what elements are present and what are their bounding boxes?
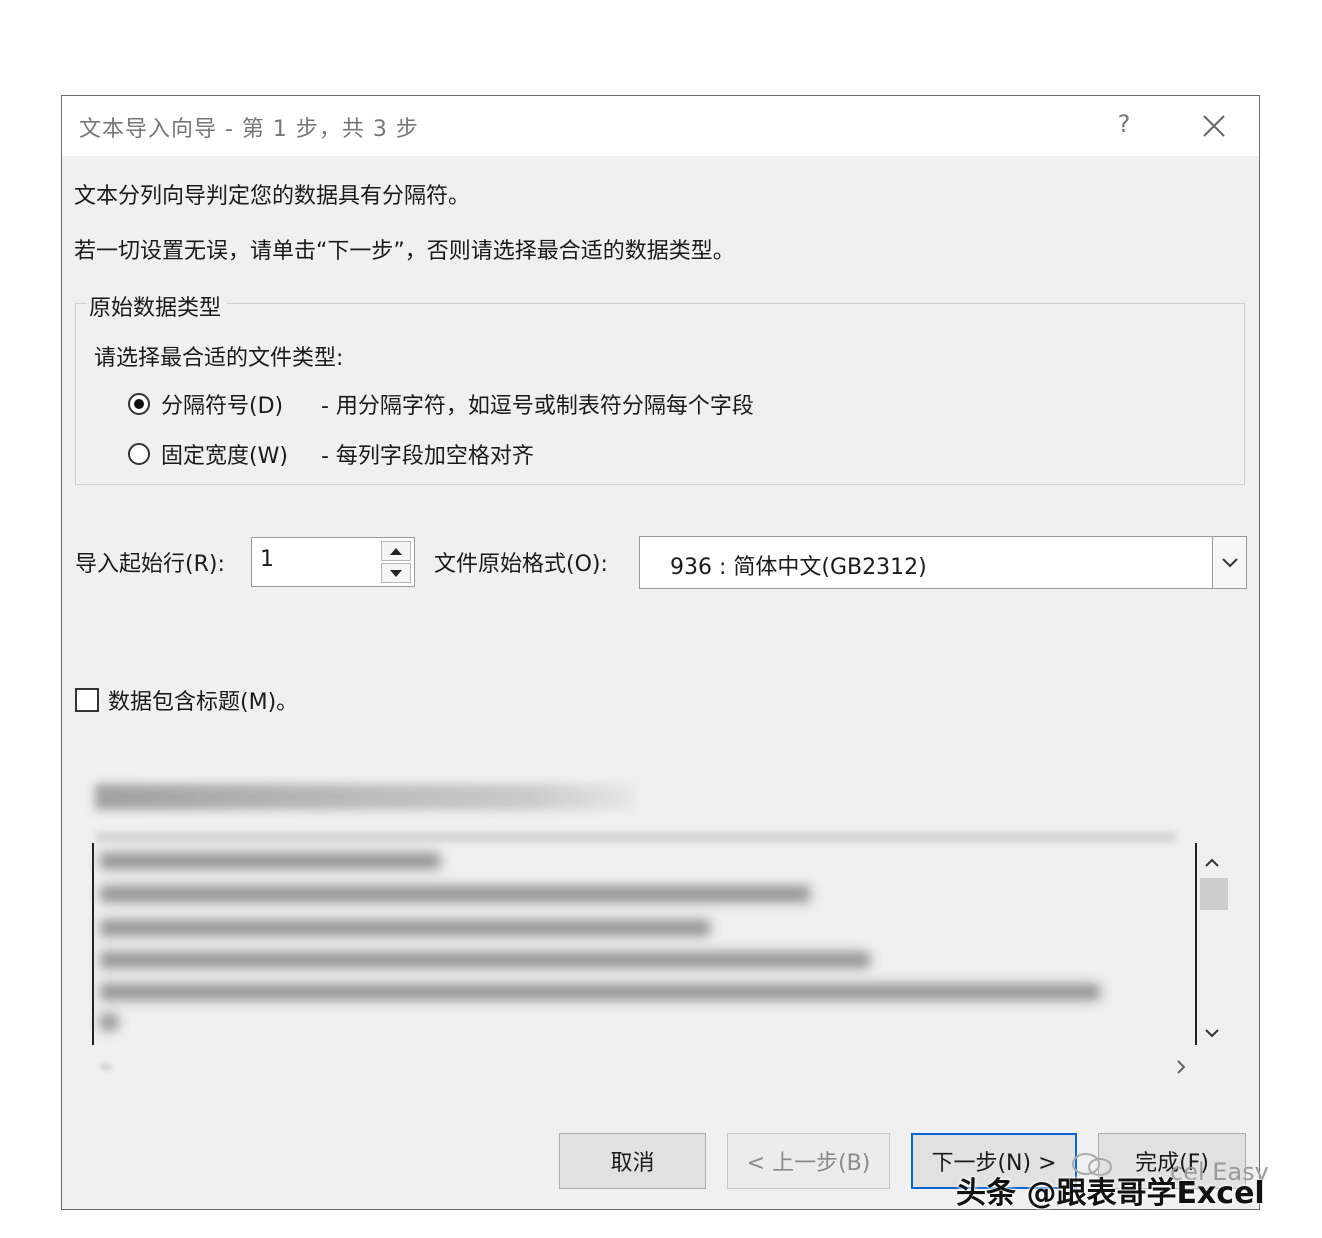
triangle-up-icon	[390, 547, 402, 555]
file-origin-value: 936 : 简体中文(GB2312)	[670, 555, 927, 580]
start-row-label: 导入起始行(R):	[75, 552, 225, 577]
header-checkbox-row[interactable]: 数据包含标题(M)。	[75, 684, 298, 716]
preview-row-blurred	[100, 886, 810, 902]
header-checkbox-label: 数据包含标题(M)。	[108, 690, 299, 715]
close-button[interactable]	[1198, 110, 1230, 142]
chevron-right-icon[interactable]	[1172, 1056, 1190, 1078]
horizontal-scroll-indicator	[100, 1064, 112, 1070]
start-row-spinner[interactable]: 1	[251, 537, 415, 587]
chevron-up-icon[interactable]	[1203, 854, 1221, 872]
wizard-intro-text: 文本分列向导判定您的数据具有分隔符。	[74, 184, 471, 209]
wizard-instruction-text: 若一切设置无误，请单击“下一步”，否则请选择最合适的数据类型。	[74, 239, 735, 264]
original-data-type-group: 原始数据类型 请选择最合适的文件类型: 分隔符号(D) - 用分隔字符，如逗号或…	[75, 290, 1245, 485]
cancel-button[interactable]: 取消	[559, 1133, 706, 1189]
preview-row-blurred	[100, 920, 710, 936]
start-row-value[interactable]: 1	[260, 547, 274, 572]
preview-row-blurred	[100, 1014, 118, 1030]
radio-fixed-width[interactable]: 固定宽度(W) - 每列字段加空格对齐	[128, 438, 534, 470]
dialog-title: 文本导入向导 - 第 1 步，共 3 步	[79, 117, 419, 142]
radio-button-checked[interactable]	[128, 393, 150, 415]
watermark-text: 头条 @跟表哥学Excel	[956, 1176, 1265, 1211]
title-bar: 文本导入向导 - 第 1 步，共 3 步 ?	[62, 96, 1259, 156]
header-checkbox[interactable]	[75, 688, 99, 712]
group-legend: 原始数据类型	[87, 290, 228, 322]
help-button[interactable]: ?	[1110, 108, 1138, 140]
group-prompt: 请选择最合适的文件类型:	[94, 346, 344, 371]
preview-header-blurred	[96, 831, 1176, 843]
chevron-down-icon	[1221, 557, 1238, 567]
preview-title-blurred	[95, 784, 635, 810]
scrollbar-thumb[interactable]	[1200, 878, 1228, 910]
radio-fixed-width-label: 固定宽度(W)	[161, 444, 288, 469]
preview-row-blurred	[100, 984, 1100, 1000]
radio-delimited-label: 分隔符号(D)	[161, 394, 284, 419]
dropdown-arrow-button[interactable]	[1212, 537, 1246, 588]
preview-left-border	[92, 843, 94, 1045]
file-origin-label: 文件原始格式(O):	[434, 552, 608, 577]
radio-fixed-width-desc: - 每列字段加空格对齐	[321, 444, 534, 469]
preview-vertical-scrollbar[interactable]	[1195, 846, 1229, 1051]
preview-row-blurred	[100, 853, 440, 869]
radio-delimited[interactable]: 分隔符号(D) - 用分隔字符，如逗号或制表符分隔每个字段	[128, 388, 754, 420]
radio-delimited-desc: - 用分隔字符，如逗号或制表符分隔每个字段	[321, 394, 754, 419]
triangle-down-icon	[390, 569, 402, 577]
radio-button-unchecked[interactable]	[128, 443, 150, 465]
text-import-wizard-dialog: 文本导入向导 - 第 1 步，共 3 步 ? 文本分列向导判定您的数据具有分隔符…	[61, 95, 1260, 1210]
chevron-down-icon[interactable]	[1203, 1024, 1221, 1042]
close-icon	[1203, 115, 1225, 137]
spinner-buttons	[381, 541, 411, 583]
spin-up-button[interactable]	[381, 541, 411, 561]
preview-row-blurred	[100, 952, 870, 968]
spin-down-button[interactable]	[381, 563, 411, 583]
file-origin-select[interactable]: 936 : 简体中文(GB2312)	[639, 536, 1247, 589]
back-button[interactable]: < 上一步(B)	[727, 1133, 890, 1189]
data-preview-area[interactable]	[92, 831, 1197, 1051]
